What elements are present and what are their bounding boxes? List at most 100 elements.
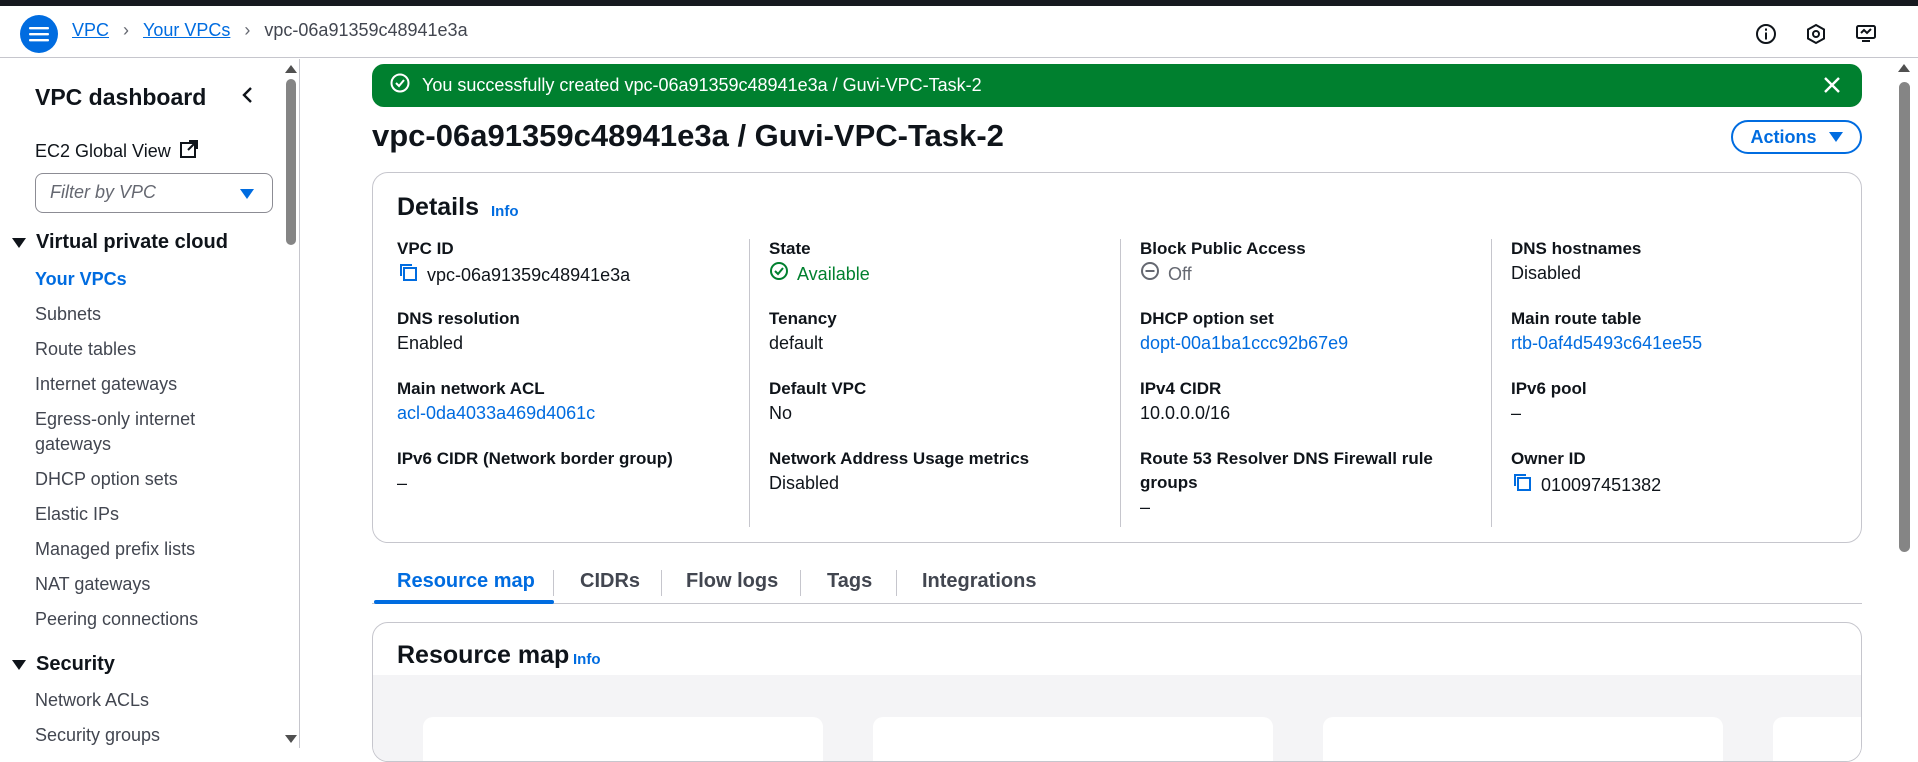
- caret-down-icon: [12, 659, 26, 670]
- sidebar-item-egress-only-internet-gateways[interactable]: Egress-only internet gateways: [35, 407, 235, 457]
- section-title: Security: [36, 653, 115, 675]
- field-route53-firewall: Route 53 Resolver DNS Firewall rule grou…: [1140, 447, 1460, 520]
- field-ipv4-cidr: IPv4 CIDR 10.0.0.0/16: [1140, 377, 1230, 426]
- scroll-up-arrow-icon[interactable]: [285, 65, 297, 73]
- tab-flow-logs[interactable]: Flow logs: [686, 570, 778, 593]
- feedback-screen-icon[interactable]: [1854, 22, 1878, 46]
- sidebar-title[interactable]: VPC dashboard: [35, 84, 206, 111]
- status-available-icon: [769, 261, 789, 288]
- column-divider: [1120, 239, 1121, 527]
- sidebar-item-subnets[interactable]: Subnets: [35, 302, 101, 327]
- sidebar-scroll-thumb[interactable]: [286, 79, 296, 245]
- scroll-down-arrow-icon[interactable]: [285, 735, 297, 743]
- field-value: –: [1140, 497, 1151, 517]
- flash-message: You successfully created vpc-06a91359c48…: [422, 75, 982, 95]
- section-security[interactable]: Security: [12, 653, 115, 676]
- field-value: Enabled: [397, 333, 464, 353]
- section-virtual-private-cloud[interactable]: Virtual private cloud: [12, 231, 228, 254]
- field-dhcp-option-set: DHCP option set dopt-00a1ba1ccc92b67e9: [1140, 307, 1348, 356]
- field-value: 10.0.0.0/16: [1140, 403, 1231, 423]
- sidebar-item-route-tables[interactable]: Route tables: [35, 337, 136, 362]
- sidebar-item-peering-connections[interactable]: Peering connections: [35, 607, 198, 632]
- tab-separator: [661, 570, 662, 596]
- field-dns-hostnames: DNS hostnames Disabled: [1511, 237, 1641, 286]
- collapse-sidebar-icon[interactable]: [236, 83, 260, 107]
- settings-hexagon-icon[interactable]: [1804, 22, 1828, 46]
- caret-down-icon: [240, 189, 254, 199]
- resource-map-info-link[interactable]: Info: [573, 651, 601, 668]
- actions-button[interactable]: Actions: [1731, 120, 1862, 154]
- tab-integrations[interactable]: Integrations: [922, 570, 1036, 593]
- vpc-id-value: vpc-06a91359c48941e3a: [427, 265, 631, 285]
- field-dns-resolution: DNS resolution Enabled: [397, 307, 520, 356]
- tab-cidrs[interactable]: CIDRs: [580, 570, 640, 593]
- field-value: Disabled: [1511, 263, 1582, 283]
- sidebar-scrollbar[interactable]: [282, 59, 298, 748]
- field-ipv6-cidr: IPv6 CIDR (Network border group) –: [397, 447, 673, 496]
- main-network-acl-link[interactable]: acl-0da4033a469d4061c: [397, 401, 595, 426]
- field-label: IPv6 CIDR (Network border group): [397, 449, 673, 468]
- copy-icon[interactable]: [1511, 471, 1533, 500]
- breadcrumb-vpc-link[interactable]: VPC: [72, 20, 109, 41]
- side-navigation: VPC dashboard EC2 Global View Filter by …: [0, 59, 300, 748]
- success-check-icon: [390, 73, 410, 98]
- page-scroll-thumb[interactable]: [1899, 82, 1910, 552]
- ec2-global-view-link[interactable]: EC2 Global View: [35, 139, 199, 164]
- field-label: State: [769, 239, 811, 258]
- close-icon[interactable]: [1822, 75, 1842, 100]
- top-utility-icons: [1754, 22, 1878, 46]
- dhcp-option-set-link[interactable]: dopt-00a1ba1ccc92b67e9: [1140, 331, 1348, 356]
- sidebar-item-managed-prefix-lists[interactable]: Managed prefix lists: [35, 537, 195, 562]
- field-value: Off: [1140, 261, 1306, 288]
- filter-by-vpc-select[interactable]: Filter by VPC: [35, 173, 273, 213]
- section-title: Virtual private cloud: [36, 231, 228, 253]
- page-scrollbar[interactable]: [1890, 58, 1918, 748]
- resource-map-subnets-box: [873, 717, 1273, 761]
- field-network-address-usage-metrics: Network Address Usage metrics Disabled: [769, 447, 1029, 496]
- resource-map-network-box: [1773, 717, 1861, 761]
- tab-separator: [896, 570, 897, 596]
- external-link-icon: [179, 139, 199, 164]
- copy-icon[interactable]: [397, 261, 419, 290]
- scroll-up-arrow-icon[interactable]: [1898, 64, 1910, 72]
- field-value: default: [769, 333, 824, 353]
- field-label: IPv4 CIDR: [1140, 379, 1222, 398]
- field-ipv6-pool: IPv6 pool –: [1511, 377, 1587, 426]
- field-value: vpc-06a91359c48941e3a: [397, 261, 630, 290]
- field-label: Main route table: [1511, 309, 1642, 328]
- tab-tags[interactable]: Tags: [827, 570, 872, 593]
- active-tab-indicator: [374, 600, 554, 604]
- owner-id-value: 010097451382: [1541, 475, 1662, 495]
- field-vpc-id: VPC ID vpc-06a91359c48941e3a: [397, 237, 630, 290]
- sidebar-item-internet-gateways[interactable]: Internet gateways: [35, 372, 177, 397]
- field-value: –: [1511, 403, 1522, 423]
- breadcrumb: VPC › Your VPCs › vpc-06a91359c48941e3a: [72, 20, 468, 41]
- state-value: Available: [797, 264, 870, 284]
- sidebar-item-security-groups[interactable]: Security groups: [35, 723, 160, 748]
- field-value: Available: [769, 261, 870, 288]
- tab-resource-map[interactable]: Resource map: [397, 570, 535, 593]
- breadcrumb-your-vpcs-link[interactable]: Your VPCs: [143, 20, 230, 41]
- field-main-route-table: Main route table rtb-0af4d5493c641ee55: [1511, 307, 1702, 356]
- sidebar-item-dhcp-option-sets[interactable]: DHCP option sets: [35, 467, 178, 492]
- caret-down-icon: [12, 237, 26, 248]
- chevron-right-icon: ›: [244, 20, 251, 40]
- detail-tabs: Resource map CIDRs Flow logs Tags Integr…: [372, 562, 1862, 604]
- sidebar-item-nat-gateways[interactable]: NAT gateways: [35, 572, 150, 597]
- sidebar-item-network-acls[interactable]: Network ACLs: [35, 688, 149, 713]
- sidebar-item-your-vpcs[interactable]: Your VPCs: [35, 267, 127, 292]
- actions-label: Actions: [1750, 126, 1817, 147]
- menu-icon[interactable]: [20, 15, 58, 53]
- main-route-table-link[interactable]: rtb-0af4d5493c641ee55: [1511, 331, 1702, 356]
- resource-map-card: Resource map Info: [372, 622, 1862, 762]
- field-label: Route 53 Resolver DNS Firewall rule grou…: [1140, 449, 1433, 492]
- filter-placeholder: Filter by VPC: [50, 182, 157, 202]
- sidebar-item-elastic-ips[interactable]: Elastic IPs: [35, 502, 119, 527]
- details-info-link[interactable]: Info: [491, 203, 519, 220]
- field-label: VPC ID: [397, 239, 454, 258]
- tab-separator: [800, 570, 801, 596]
- column-divider: [1491, 239, 1492, 527]
- info-circle-icon[interactable]: [1754, 22, 1778, 46]
- tab-separator: [553, 570, 554, 596]
- resource-map-route-tables-box: [1323, 717, 1723, 761]
